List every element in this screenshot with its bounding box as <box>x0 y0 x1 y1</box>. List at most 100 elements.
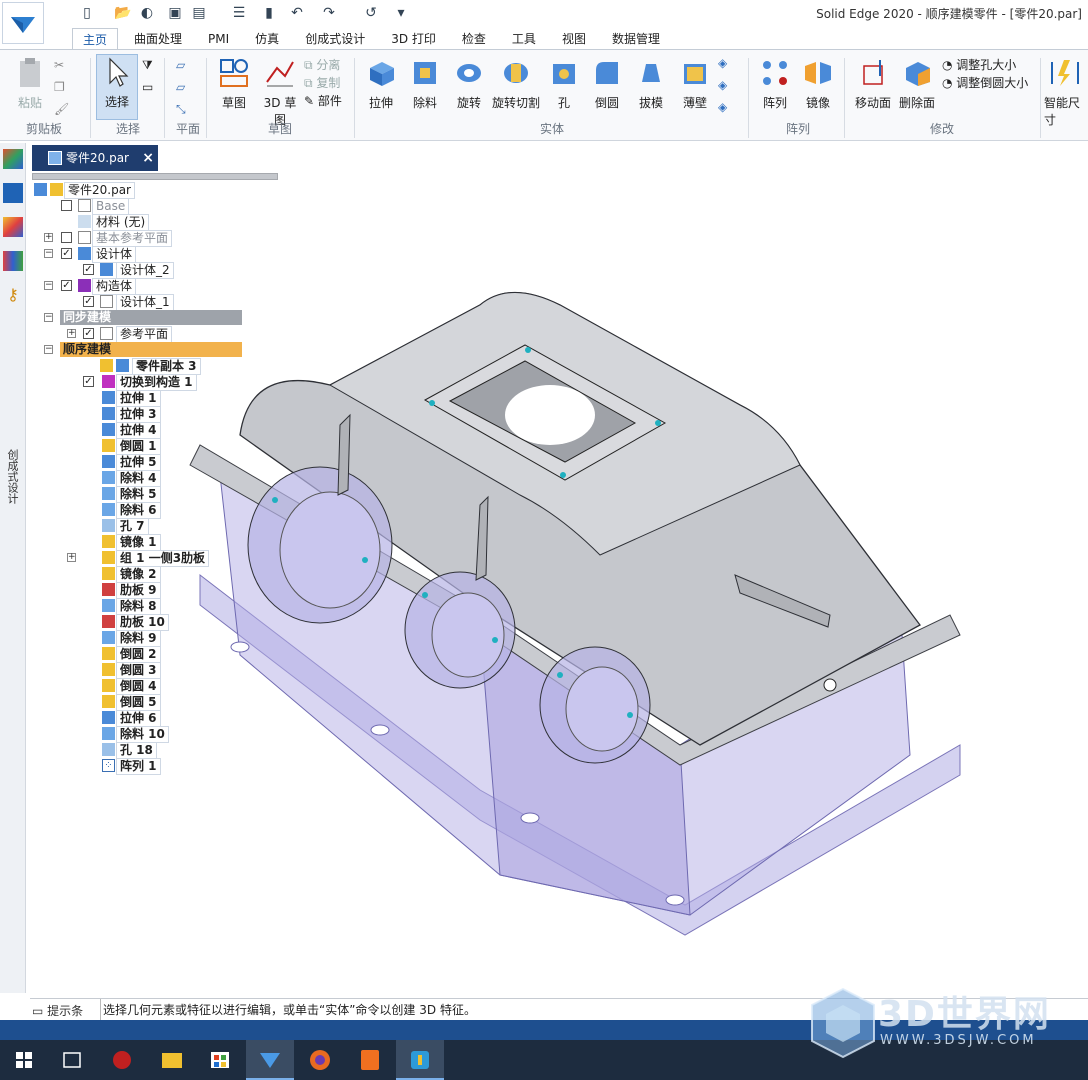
tab-home[interactable]: 主页 <box>72 28 119 50</box>
start-button[interactable] <box>0 1040 48 1080</box>
repeat-icon[interactable]: ↺ <box>362 4 380 22</box>
tab-surfacing[interactable]: 曲面处理 <box>124 28 192 50</box>
open-icon[interactable]: 📂 <box>114 4 132 22</box>
coordinate-system-icon[interactable]: ⤡ <box>176 102 186 117</box>
design-body-1-checkbox[interactable]: ✓ <box>83 296 94 307</box>
base-planes-checkbox[interactable] <box>61 232 72 243</box>
close-icon[interactable]: × <box>142 145 154 171</box>
cut-icon[interactable]: ✂ <box>54 58 64 72</box>
plane-options-icon[interactable]: ▱ <box>176 80 185 94</box>
task-view-icon[interactable] <box>48 1040 96 1080</box>
generative-design-label[interactable]: 创成式设计 <box>4 449 20 504</box>
save-as-icon[interactable]: ▤ <box>190 4 208 22</box>
revolve-icon <box>452 56 486 90</box>
properties-icon[interactable]: ☰ <box>230 4 248 22</box>
solid-more-icon-1[interactable]: ◈ <box>718 56 727 70</box>
draft-button[interactable]: 拔模 <box>630 56 672 111</box>
collapse-icon[interactable]: − <box>44 313 53 322</box>
expand-icon[interactable]: + <box>67 553 76 562</box>
customize-chevron-icon[interactable]: ▾ <box>392 4 410 22</box>
extrude-icon <box>102 711 115 724</box>
sketch-button[interactable]: 草图 <box>212 56 256 111</box>
edge-icon[interactable]: ◐ <box>138 4 156 22</box>
extrude-button[interactable]: 拉伸 <box>360 56 402 111</box>
pattern-button[interactable]: 阵列 <box>756 56 794 111</box>
solid-more-icon-3[interactable]: ◈ <box>718 100 727 114</box>
tab-inspect[interactable]: 检查 <box>452 28 496 50</box>
round-icon <box>102 647 115 660</box>
tab-pmi[interactable]: PMI <box>198 28 239 50</box>
tab-tools[interactable]: 工具 <box>502 28 546 50</box>
solid-more-icon-2[interactable]: ◈ <box>718 78 727 92</box>
move-face-button[interactable]: 移动面 <box>850 56 896 111</box>
pathfinder-icon[interactable] <box>3 149 23 169</box>
model-viewport[interactable] <box>180 275 970 945</box>
thin-wall-button[interactable]: 薄壁 <box>674 56 716 111</box>
filter-icon[interactable]: ⧩ <box>142 58 153 73</box>
copy-icon[interactable]: ❐ <box>54 80 65 94</box>
mirror-icon <box>102 535 115 548</box>
format-painter-icon[interactable]: 🖌 <box>54 102 69 116</box>
solid-edge-taskbar-icon[interactable] <box>246 1040 294 1080</box>
split-button[interactable]: ⧉ 分离 <box>304 56 340 73</box>
copy-part-icon <box>100 359 113 372</box>
delete-face-button[interactable]: 删除面 <box>896 56 938 111</box>
base-checkbox[interactable] <box>61 200 72 211</box>
solid-edge-logo-icon <box>11 17 35 33</box>
ref-planes-checkbox[interactable]: ✓ <box>83 328 94 339</box>
switch-checkbox[interactable]: ✓ <box>83 376 94 387</box>
collapse-icon[interactable]: − <box>44 281 53 290</box>
part-button[interactable]: ✎ 部件 <box>304 92 342 109</box>
tab-simulation[interactable]: 仿真 <box>245 28 289 50</box>
round-button[interactable]: 倒圆 <box>586 56 628 111</box>
tab-data-management[interactable]: 数据管理 <box>602 28 670 50</box>
application-button[interactable] <box>2 2 44 44</box>
bearing-bore-3-inner <box>565 666 639 752</box>
design-body-checkbox[interactable]: ✓ <box>61 248 72 259</box>
plane-icon[interactable]: ▱ <box>176 58 185 72</box>
layers-icon[interactable] <box>3 183 23 203</box>
color-palette-icon[interactable] <box>3 217 23 237</box>
rib <box>337 413 351 496</box>
select-box-icon[interactable]: ▭ <box>142 80 153 94</box>
select-button[interactable]: 选择 <box>96 54 138 120</box>
expand-icon[interactable]: + <box>44 233 53 242</box>
copy-sketch-button[interactable]: ⧉ 复制 <box>304 74 340 91</box>
file-explorer-icon[interactable] <box>148 1040 196 1080</box>
tab-generative-design[interactable]: 创成式设计 <box>295 28 375 50</box>
pdf-app-icon[interactable] <box>346 1040 394 1080</box>
design-body-2-checkbox[interactable]: ✓ <box>83 264 94 275</box>
revolve-button[interactable]: 旋转 <box>448 56 490 111</box>
collapse-icon[interactable]: − <box>44 249 53 258</box>
construction-checkbox[interactable]: ✓ <box>61 280 72 291</box>
cut-feature-button[interactable]: 除料 <box>404 56 446 111</box>
properties-panel-icon[interactable] <box>3 251 23 271</box>
new-file-icon[interactable]: ▯ <box>78 4 96 22</box>
paste-button[interactable]: 粘贴 <box>8 56 52 111</box>
tab-view[interactable]: 视图 <box>552 28 596 50</box>
recorder-app-icon[interactable] <box>396 1040 444 1080</box>
game-app-icon[interactable] <box>98 1040 146 1080</box>
resize-hole-button[interactable]: ◔ 调整孔大小 <box>942 56 1016 73</box>
sketch-3d-button[interactable]: 3D 草图 <box>258 56 302 128</box>
firefox-icon[interactable] <box>296 1040 344 1080</box>
pointer-icon <box>100 55 134 89</box>
prompt-bar-label[interactable]: ▭ 提示条 <box>32 1002 83 1019</box>
hole-button[interactable]: 孔 <box>544 56 584 111</box>
expand-icon[interactable]: + <box>67 329 76 338</box>
pathfinder-splitter[interactable] <box>32 173 278 180</box>
redo-icon[interactable]: ↷ <box>320 4 338 22</box>
revolve-cut-button[interactable]: 旋转切割 <box>492 56 540 111</box>
clipboard-icon[interactable]: ▮ <box>260 4 278 22</box>
document-tab[interactable]: 零件20.par × <box>32 145 158 171</box>
save-icon[interactable]: ▣ <box>166 4 184 22</box>
mirror-button[interactable]: 镜像 <box>798 56 838 111</box>
tab-3d-print[interactable]: 3D 打印 <box>381 28 446 50</box>
store-icon[interactable] <box>196 1040 244 1080</box>
undo-icon[interactable]: ↶ <box>288 4 306 22</box>
collapse-icon[interactable]: − <box>44 345 53 354</box>
resize-round-button[interactable]: ◔ 调整倒圆大小 <box>942 74 1028 91</box>
key-icon[interactable]: ⚷ <box>3 285 23 305</box>
smart-dimension-button[interactable]: 智能尺寸 <box>1044 56 1088 128</box>
paste-icon <box>13 56 47 90</box>
